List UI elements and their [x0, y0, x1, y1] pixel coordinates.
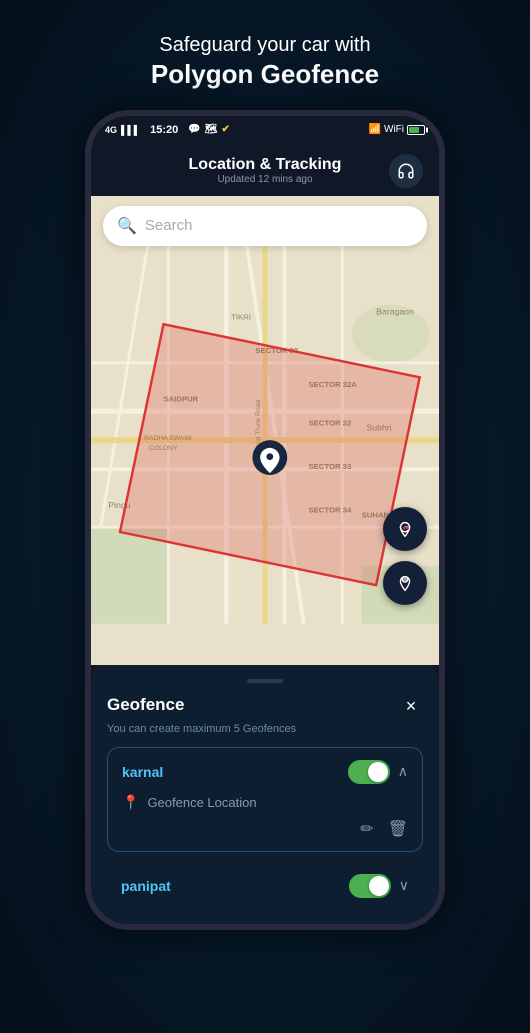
geofence-karnal-toggle[interactable]	[348, 760, 390, 784]
headphone-icon	[397, 162, 415, 180]
app-header: Location & Tracking Updated 12 mins ago	[91, 144, 439, 196]
maps-icon: 🗺	[205, 124, 218, 135]
car-pin-icon: 🚗	[394, 518, 416, 540]
headline-bold: Polygon Geofence	[151, 58, 379, 92]
panel-subtitle: You can create maximum 5 Geofences	[107, 723, 423, 735]
geofence-panipat-header: panipat ∨	[121, 874, 409, 898]
geofence-karnal-chevron-up-icon[interactable]: ∧	[398, 763, 408, 780]
header-title: Location & Tracking	[189, 156, 342, 174]
person-pin-icon	[394, 572, 416, 594]
header-subtitle: Updated 12 mins ago	[217, 174, 312, 185]
search-icon: 🔍	[117, 216, 137, 236]
svg-text:🚗: 🚗	[403, 524, 410, 530]
phone-frame: 4G ▌▌▌ 15:20 💬 🗺 ✔ 📶 WiFi Location & Tra…	[85, 110, 445, 930]
check-icon: ✔	[221, 124, 229, 135]
panel-title: Geofence	[107, 695, 184, 715]
person-location-fab[interactable]	[383, 561, 427, 605]
panel-header: Geofence ×	[107, 695, 423, 719]
geofence-panipat-chevron-down-icon[interactable]: ∨	[399, 877, 409, 894]
geofence-karnal-name: karnal	[122, 764, 163, 780]
geofence-location-row: 📍 Geofence Location	[122, 794, 408, 811]
geofence-panel: Geofence × You can create maximum 5 Geof…	[91, 665, 439, 924]
map-area[interactable]: Land Trunk Road SAIDPUR RADHA SWAMI COLO…	[91, 196, 439, 665]
svg-text:TIKRI: TIKRI	[231, 312, 251, 321]
status-time: 15:20	[150, 124, 178, 136]
headline-top: Safeguard your car with	[151, 32, 379, 58]
battery-icon	[407, 125, 425, 135]
geofence-karnal-header: karnal ∧	[122, 760, 408, 784]
geofence-item-panipat: panipat ∨	[107, 862, 423, 910]
geofence-panipat-controls: ∨	[349, 874, 409, 898]
map-fab-container: 🚗	[383, 507, 427, 605]
panel-handle	[247, 679, 283, 683]
signal-icon: 4G	[105, 125, 117, 135]
panel-close-button[interactable]: ×	[399, 695, 423, 719]
search-bar[interactable]: 🔍 Search	[103, 206, 427, 246]
wifi-icon: WiFi	[384, 124, 404, 135]
status-bar: 4G ▌▌▌ 15:20 💬 🗺 ✔ 📶 WiFi	[91, 116, 439, 144]
toggle-knob-2	[369, 876, 389, 896]
delete-icon[interactable]: 🗑	[388, 819, 408, 839]
header-title-block: Location & Tracking Updated 12 mins ago	[141, 156, 389, 185]
signal-strength-icon: 📶	[369, 124, 381, 135]
status-left: 4G ▌▌▌ 15:20 💬 🗺 ✔	[105, 124, 230, 136]
geofence-panipat-toggle[interactable]	[349, 874, 391, 898]
geofence-location-label: Geofence Location	[147, 795, 256, 810]
headline: Safeguard your car with Polygon Geofence	[151, 32, 379, 92]
signal-bars: ▌▌▌	[121, 125, 140, 135]
svg-text:Baragaon: Baragaon	[376, 306, 414, 316]
status-right-icons: 📶 WiFi	[369, 124, 425, 135]
search-placeholder: Search	[145, 217, 193, 234]
whatsapp-icon: 💬	[188, 124, 200, 135]
edit-icon[interactable]: ✏	[360, 819, 373, 839]
location-pin-icon: 📍	[122, 794, 139, 811]
car-location-fab[interactable]: 🚗	[383, 507, 427, 551]
geofence-item-karnal: karnal ∧ 📍 Geofence Location ✏ 🗑	[107, 747, 423, 852]
geofence-panipat-name: panipat	[121, 878, 171, 894]
toggle-knob	[368, 762, 388, 782]
headphone-button[interactable]	[389, 154, 423, 188]
geofence-karnal-controls: ∧	[348, 760, 408, 784]
geofence-karnal-actions: ✏ 🗑	[122, 819, 408, 839]
